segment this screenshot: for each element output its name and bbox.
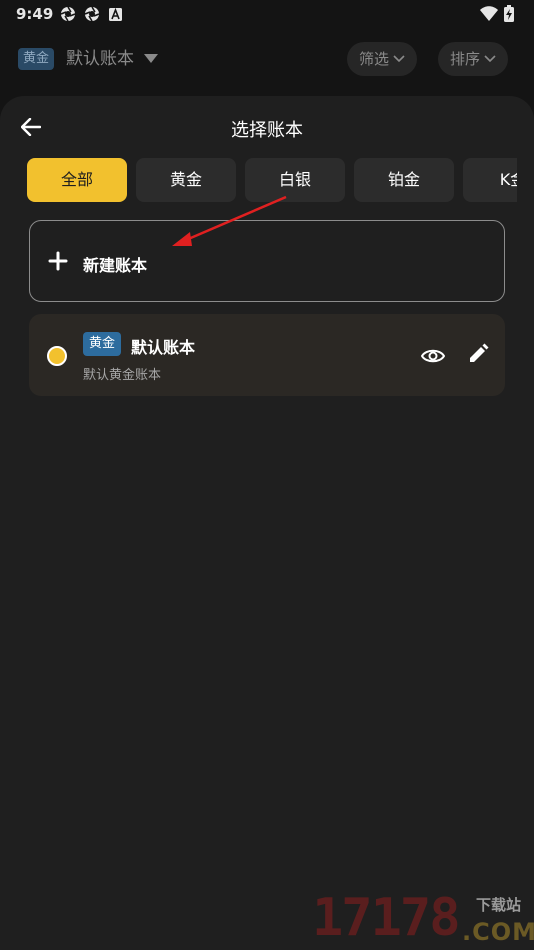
pencil-icon[interactable]	[467, 343, 489, 365]
sort-button[interactable]: 排序	[438, 42, 509, 76]
wifi-icon	[480, 6, 498, 21]
aperture-icon	[84, 6, 100, 22]
book-color-dot[interactable]	[47, 346, 67, 366]
filter-button[interactable]: 筛选	[347, 42, 418, 76]
eye-icon[interactable]	[421, 344, 445, 368]
tab-all[interactable]: 全部	[27, 158, 127, 202]
book-type-badge: 黄金	[83, 332, 122, 356]
watermark-domain: .COM	[462, 918, 534, 946]
category-tabs: 全部 黄金 白银 铂金 K金	[27, 158, 517, 202]
book-subtitle: 默认黄金账本	[83, 368, 162, 383]
tab-k-gold[interactable]: K金	[463, 158, 517, 202]
watermark-number: 17178	[312, 888, 461, 948]
chevron-down-icon	[484, 55, 496, 63]
tab-gold[interactable]: 黄金	[136, 158, 236, 202]
book-list-item[interactable]: 黄金 默认账本 默认黄金账本	[29, 314, 505, 396]
watermark-site: 下载站	[476, 896, 522, 914]
sheet-title: 选择账本	[231, 120, 303, 141]
status-bar: 9:49	[0, 0, 534, 30]
status-time: 9:49	[16, 5, 54, 23]
plus-icon	[48, 251, 68, 271]
status-right	[480, 5, 520, 23]
new-book-label: 新建账本	[83, 256, 148, 275]
background-header: 黄金 默认账本 筛选 排序	[0, 36, 534, 82]
new-book-button[interactable]: 新建账本	[29, 220, 505, 302]
caret-down-icon[interactable]	[144, 54, 158, 63]
watermark: 17178 下载站 .COM	[312, 888, 534, 948]
sheet-header: 选择账本	[0, 96, 534, 156]
book-type-badge: 黄金	[18, 48, 55, 70]
current-book-title[interactable]: 默认账本	[66, 48, 134, 70]
sort-label: 排序	[450, 50, 481, 68]
font-a-icon	[109, 8, 122, 21]
screen: 9:49 黄金 默认账本 筛选 排序 选择账本 全部 黄金 白银 铂金 K 新建…	[0, 0, 534, 950]
filter-label: 筛选	[359, 50, 390, 68]
battery-charging-icon	[504, 5, 514, 22]
book-title: 默认账本	[131, 338, 196, 357]
chevron-down-icon	[393, 55, 405, 63]
tab-platinum[interactable]: 铂金	[354, 158, 454, 202]
aperture-icon	[60, 6, 76, 22]
tab-silver[interactable]: 白银	[245, 158, 345, 202]
select-book-sheet: 选择账本 全部 黄金 白银 铂金 K金 新建账本 黄金 默认账本 默认黄金账本	[0, 96, 534, 950]
